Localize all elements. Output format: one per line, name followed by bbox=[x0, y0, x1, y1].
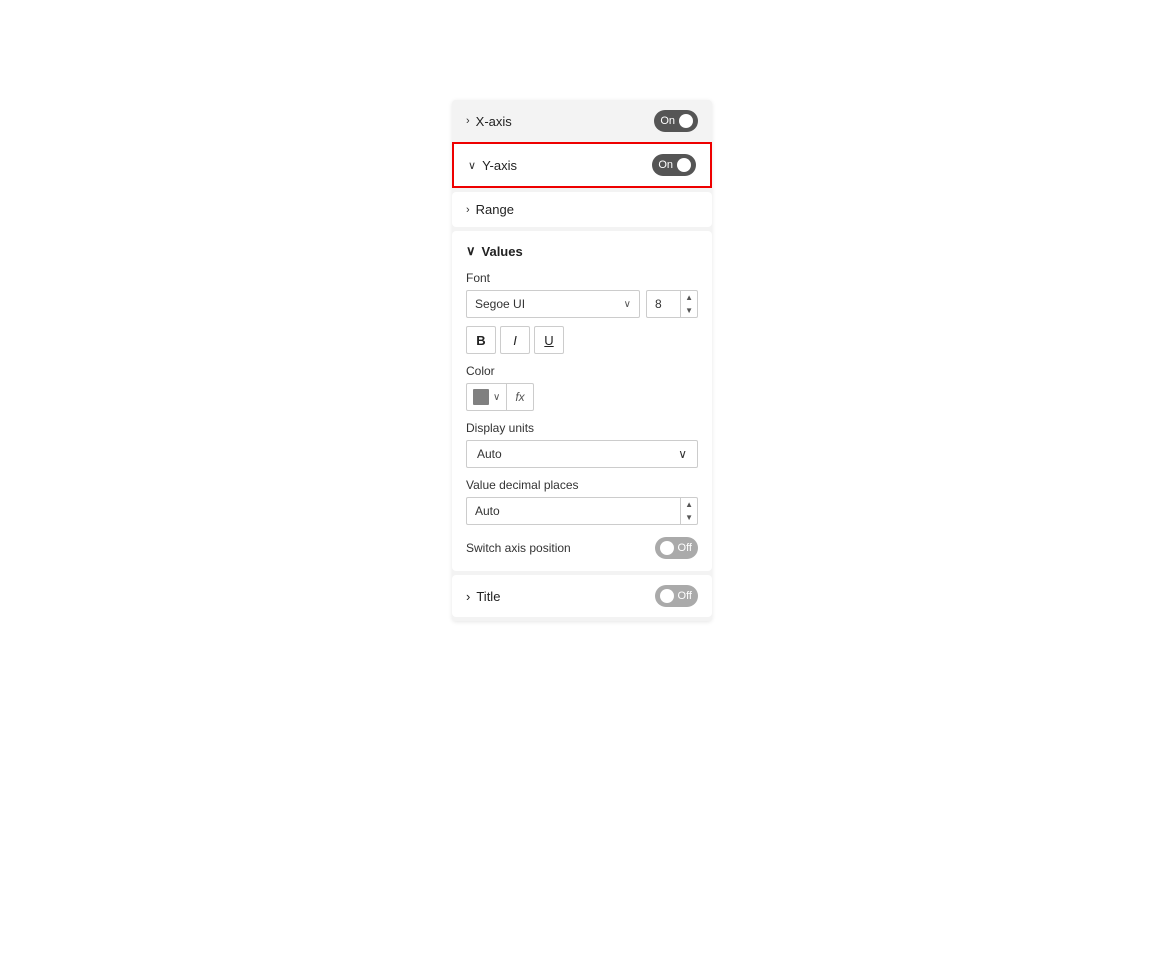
range-section[interactable]: › Range bbox=[452, 192, 712, 227]
values-header[interactable]: ∨ Values bbox=[466, 243, 698, 259]
x-axis-row[interactable]: › X-axis On bbox=[452, 100, 712, 142]
italic-button[interactable]: I bbox=[500, 326, 530, 354]
font-size-input[interactable]: 8 ▲ ▼ bbox=[646, 290, 698, 318]
font-size-down-button[interactable]: ▼ bbox=[681, 304, 697, 317]
display-units-value: Auto bbox=[477, 447, 502, 461]
font-label: Font bbox=[466, 271, 698, 285]
decimal-up-button[interactable]: ▲ bbox=[681, 498, 697, 511]
values-section: ∨ Values Font Segoe UI ∨ 8 ▲ ▼ B I U Col… bbox=[452, 231, 712, 571]
title-section[interactable]: › Title Off bbox=[452, 575, 712, 617]
color-swatch bbox=[473, 389, 489, 405]
decimal-down-button[interactable]: ▼ bbox=[681, 511, 697, 524]
values-chevron-icon: ∨ bbox=[466, 243, 476, 259]
range-header: › Range bbox=[466, 202, 698, 217]
x-axis-toggle[interactable]: On bbox=[654, 110, 698, 132]
decimal-spinner[interactable]: ▲ ▼ bbox=[680, 498, 697, 524]
title-toggle-label: Off bbox=[678, 590, 692, 602]
y-axis-toggle-knob bbox=[677, 158, 691, 172]
font-row: Segoe UI ∨ 8 ▲ ▼ bbox=[466, 290, 698, 318]
y-axis-chevron-icon: ∨ bbox=[468, 159, 476, 172]
bold-button[interactable]: B bbox=[466, 326, 496, 354]
values-label: Values bbox=[482, 244, 523, 259]
y-axis-row[interactable]: ∨ Y-axis On bbox=[452, 142, 712, 188]
display-units-chevron-icon: ∨ bbox=[678, 447, 687, 461]
font-family-value: Segoe UI bbox=[475, 297, 525, 311]
y-axis-toggle[interactable]: On bbox=[652, 154, 696, 176]
font-size-up-button[interactable]: ▲ bbox=[681, 291, 697, 304]
title-label: Title bbox=[476, 589, 500, 604]
font-size-spinner[interactable]: ▲ ▼ bbox=[680, 291, 697, 317]
font-family-chevron-icon: ∨ bbox=[624, 299, 631, 310]
x-axis-label-group: › X-axis bbox=[466, 114, 512, 129]
title-chevron-icon: › bbox=[466, 589, 470, 604]
y-axis-toggle-label: On bbox=[658, 159, 673, 171]
x-axis-toggle-label: On bbox=[660, 115, 675, 127]
display-units-label: Display units bbox=[466, 421, 698, 435]
range-label: Range bbox=[476, 202, 514, 217]
font-family-select[interactable]: Segoe UI ∨ bbox=[466, 290, 640, 318]
decimal-places-value: Auto bbox=[467, 504, 680, 518]
fx-button[interactable]: fx bbox=[507, 383, 533, 411]
decimal-label: Value decimal places bbox=[466, 478, 698, 492]
y-axis-label: Y-axis bbox=[482, 158, 517, 173]
y-axis-label-group: ∨ Y-axis bbox=[468, 158, 517, 173]
font-size-value: 8 bbox=[647, 297, 680, 311]
color-row: ∨ fx bbox=[466, 383, 698, 411]
title-toggle-knob bbox=[660, 589, 674, 603]
title-toggle[interactable]: Off bbox=[655, 585, 698, 607]
decimal-places-input[interactable]: Auto ▲ ▼ bbox=[466, 497, 698, 525]
switch-axis-toggle[interactable]: Off bbox=[655, 537, 698, 559]
x-axis-toggle-knob bbox=[679, 114, 693, 128]
range-chevron-icon: › bbox=[466, 204, 470, 216]
switch-axis-label: Switch axis position bbox=[466, 541, 571, 555]
format-row: B I U bbox=[466, 326, 698, 354]
title-label-group: › Title bbox=[466, 589, 500, 604]
settings-panel: › X-axis On ∨ Y-axis On › Range ∨ Values… bbox=[452, 100, 712, 621]
color-label: Color bbox=[466, 364, 698, 378]
switch-axis-toggle-label: Off bbox=[678, 542, 692, 554]
color-chevron-icon: ∨ bbox=[493, 392, 500, 403]
x-axis-chevron-icon: › bbox=[466, 115, 470, 127]
switch-axis-knob bbox=[660, 541, 674, 555]
display-units-select[interactable]: Auto ∨ bbox=[466, 440, 698, 468]
color-picker-button[interactable]: ∨ bbox=[466, 383, 507, 411]
underline-button[interactable]: U bbox=[534, 326, 564, 354]
switch-axis-row: Switch axis position Off bbox=[466, 537, 698, 559]
x-axis-label: X-axis bbox=[476, 114, 512, 129]
